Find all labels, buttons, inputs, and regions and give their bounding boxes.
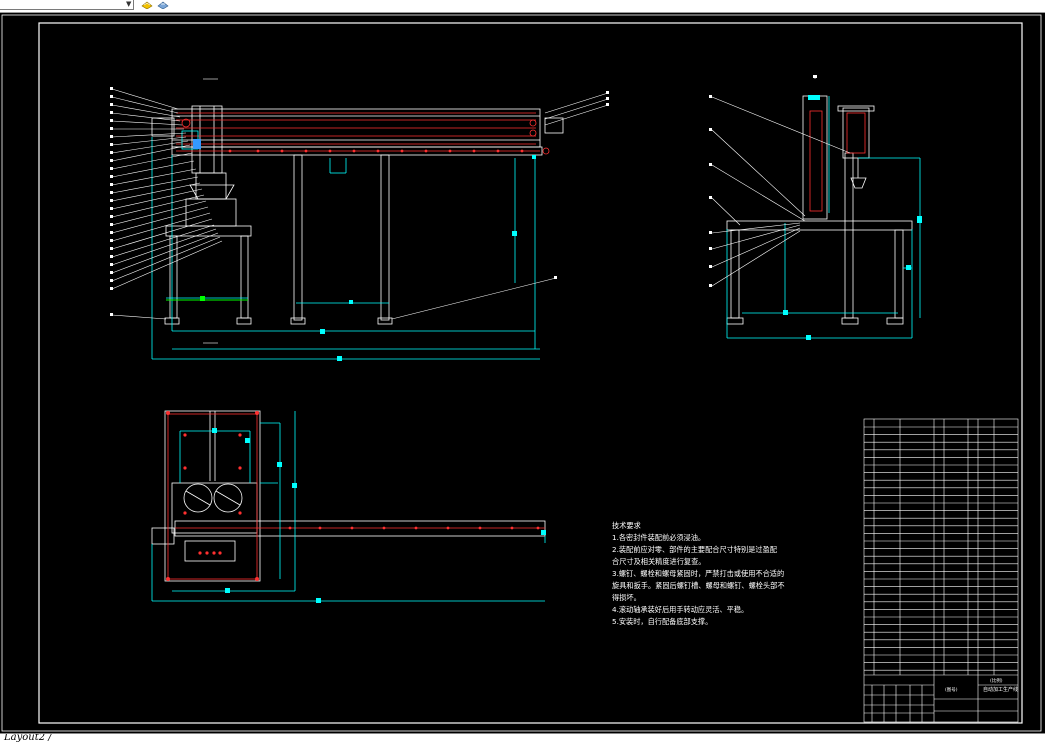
drawing-name: 自动加工生产线 [983,686,1018,693]
top-view [151,410,546,603]
layer-combo[interactable] [0,0,134,10]
layer-match-icon[interactable] [157,0,170,9]
parts-list [863,418,1019,723]
layer-state-icon[interactable] [141,0,154,9]
note-line: 3.螺钉、螺栓和螺母紧固时，严禁打击或使用不合适的 [612,569,784,578]
side-view [709,75,922,340]
note-line: 旋具和扳手。紧固后螺钉槽、螺母和螺钉、螺栓头部不 [612,581,785,590]
note-line: 1.各密封件装配前必须浸油。 [612,533,705,542]
scale-label: (比例) [990,677,1003,684]
note-line: 4.滚动轴承装好后用手转动应灵活、平稳。 [612,605,748,614]
technical-requirements: 技术要求 1.各密封件装配前必须浸油。 2.装配前应对零、部件的主要配合尺寸特别… [612,521,785,626]
sheet-border [1,14,1042,732]
drawing-canvas[interactable]: 技术要求 1.各密封件装配前必须浸油。 2.装配前应对零、部件的主要配合尺寸特别… [0,13,1045,733]
sheet-label: (图号) [945,687,958,693]
front-view [110,78,609,361]
chevron-down-icon[interactable]: ▼ [126,1,131,8]
cad-drawing: 技术要求 1.各密封件装配前必须浸油。 2.装配前应对零、部件的主要配合尺寸特别… [1,14,1042,732]
note-line: 5.安装时，自行配备底部支撑。 [612,617,712,626]
note-line: 合尺寸及相关精度进行复查。 [612,557,705,566]
notes-heading: 技术要求 [612,521,641,530]
note-line: 2.装配前应对零、部件的主要配合尺寸特别是过盈配 [612,545,777,554]
cad-toolbar: ▼ [0,0,1045,13]
note-line: 得损坏。 [612,593,641,602]
